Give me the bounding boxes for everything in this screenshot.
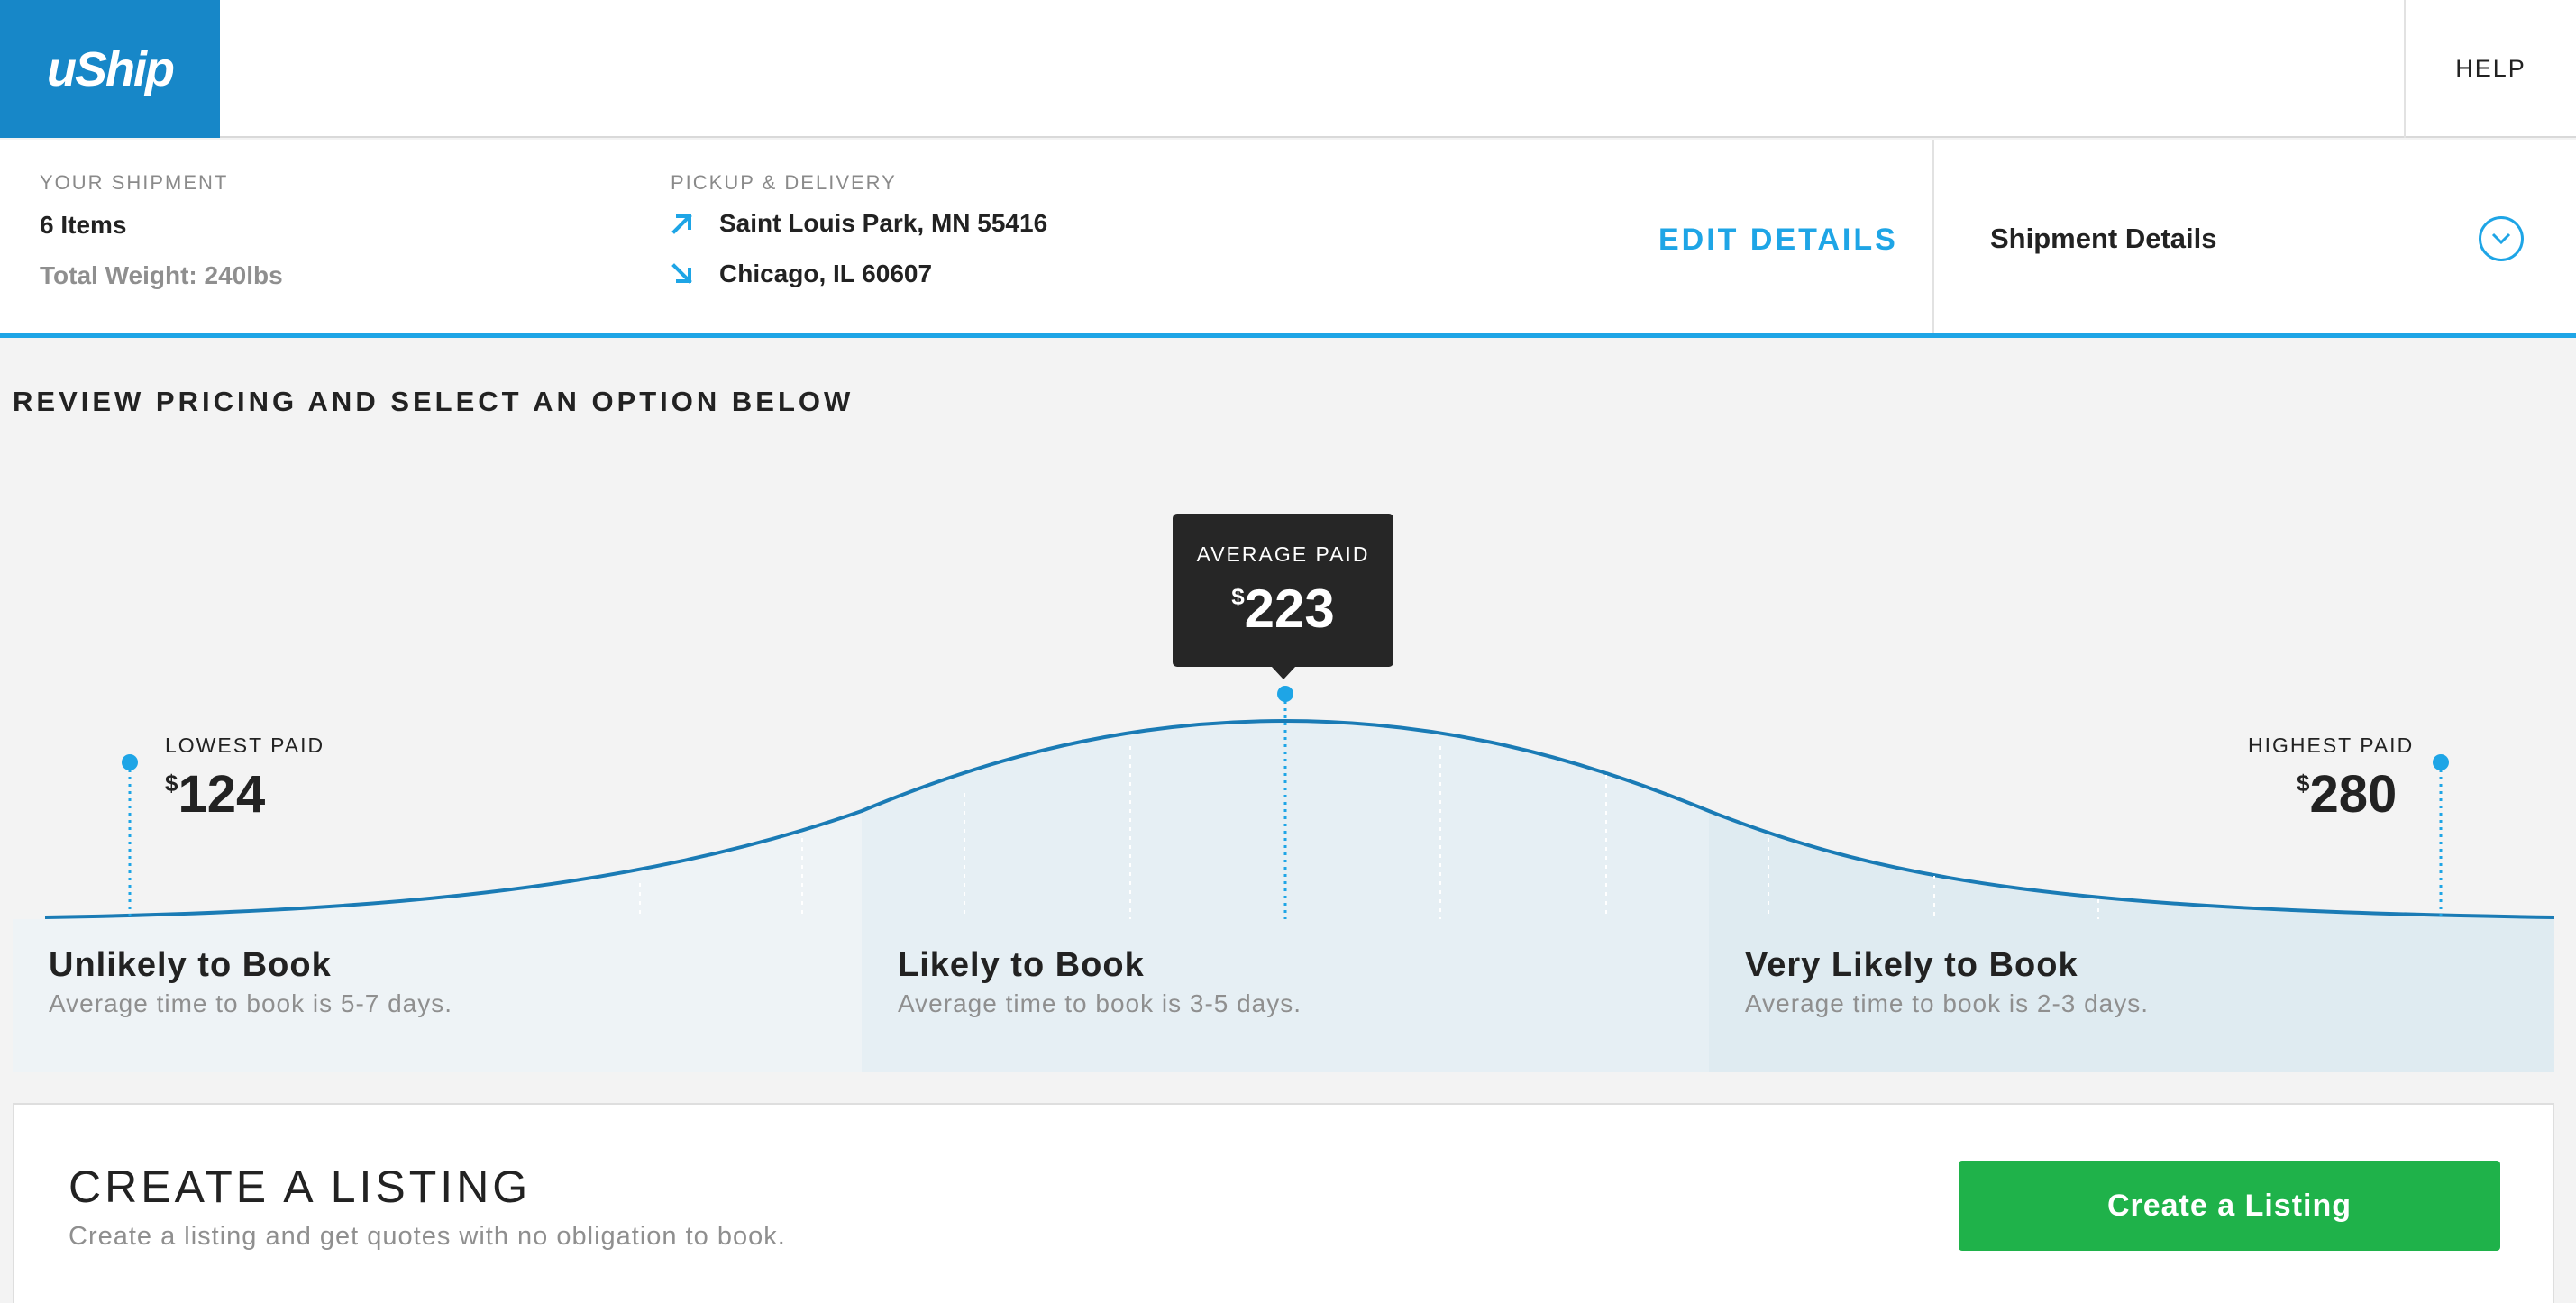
total-weight: Total Weight: 240lbs [40, 261, 283, 289]
pickup-delivery-section: PICKUP & DELIVERY Saint Louis Park, MN 5… [671, 171, 1047, 288]
lowest-paid-label: LOWEST PAID [165, 734, 325, 757]
lowest-paid-amount: 124 [178, 765, 266, 824]
logo-text: uShip [47, 41, 175, 96]
average-paid-tooltip: AVERAGE PAID $223 [1173, 514, 1393, 679]
arrow-down-right-icon [671, 263, 692, 284]
currency-symbol: $ [1231, 583, 1245, 610]
create-listing-subtext: Create a listing and get quotes with no … [69, 1222, 786, 1251]
help-link[interactable]: HELP [2404, 0, 2576, 138]
curve-fill-unlikely [45, 811, 862, 919]
currency-symbol: $ [165, 770, 178, 797]
edit-details-link[interactable]: EDIT DETAILS [1658, 223, 1898, 258]
zone-unlikely-to-book[interactable]: Unlikely to Book Average time to book is… [13, 919, 862, 1072]
shipment-summary-bar: YOUR SHIPMENT 6 Items Total Weight: 240l… [0, 140, 2576, 338]
delivery-row: Chicago, IL 60607 [671, 260, 1047, 288]
item-count: 6 Items [40, 211, 127, 239]
highest-marker-dot [2433, 754, 2449, 770]
shipment-details-toggle[interactable]: Shipment Details [1932, 140, 2576, 333]
zone-title: Likely to Book [898, 946, 1145, 984]
zone-subtitle: Average time to book is 2-3 days. [1745, 989, 2150, 1017]
lowest-paid-value: $124 [165, 764, 265, 825]
pickup-row: Saint Louis Park, MN 55416 [671, 209, 1047, 238]
create-listing-card: CREATE A LISTING Create a listing and ge… [13, 1103, 2554, 1303]
shipment-details-label: Shipment Details [1990, 223, 2217, 254]
highest-paid-value: $280 [2297, 764, 2397, 825]
chevron-down-icon[interactable] [2479, 216, 2524, 261]
create-listing-heading: CREATE A LISTING [69, 1162, 532, 1212]
zone-likely-to-book[interactable]: Likely to Book Average time to book is 3… [862, 919, 1709, 1072]
zone-title: Unlikely to Book [49, 946, 332, 984]
arrow-up-right-icon [671, 214, 692, 234]
curve-fill-very-likely [1709, 811, 2554, 919]
pickup-location: Saint Louis Park, MN 55416 [719, 209, 1048, 237]
zone-subtitle: Average time to book is 3-5 days. [898, 989, 1302, 1017]
average-paid-amount: 223 [1244, 579, 1335, 639]
your-shipment-section: YOUR SHIPMENT 6 Items Total Weight: 240l… [40, 171, 283, 290]
create-listing-button[interactable]: Create a Listing [1959, 1161, 2500, 1251]
pickup-delivery-label: PICKUP & DELIVERY [671, 171, 897, 194]
currency-symbol: $ [2297, 770, 2310, 797]
uship-logo[interactable]: uShip [0, 0, 220, 138]
highest-paid-label: HIGHEST PAID [2248, 734, 2415, 757]
delivery-location: Chicago, IL 60607 [719, 260, 933, 287]
average-marker-dot [1277, 686, 1293, 702]
highest-paid-amount: 280 [2309, 765, 2398, 824]
average-paid-value: $223 [1173, 578, 1393, 640]
average-paid-label: AVERAGE PAID [1196, 542, 1370, 566]
zone-subtitle: Average time to book is 5-7 days. [49, 989, 453, 1017]
your-shipment-label: YOUR SHIPMENT [40, 171, 229, 194]
zone-very-likely-to-book[interactable]: Very Likely to Book Average time to book… [1709, 919, 2554, 1072]
zone-title: Very Likely to Book [1745, 946, 2078, 984]
section-heading: REVIEW PRICING AND SELECT AN OPTION BELO… [13, 386, 854, 417]
lowest-marker-dot [122, 754, 138, 770]
top-navigation-bar: uShip HELP [0, 0, 2576, 138]
